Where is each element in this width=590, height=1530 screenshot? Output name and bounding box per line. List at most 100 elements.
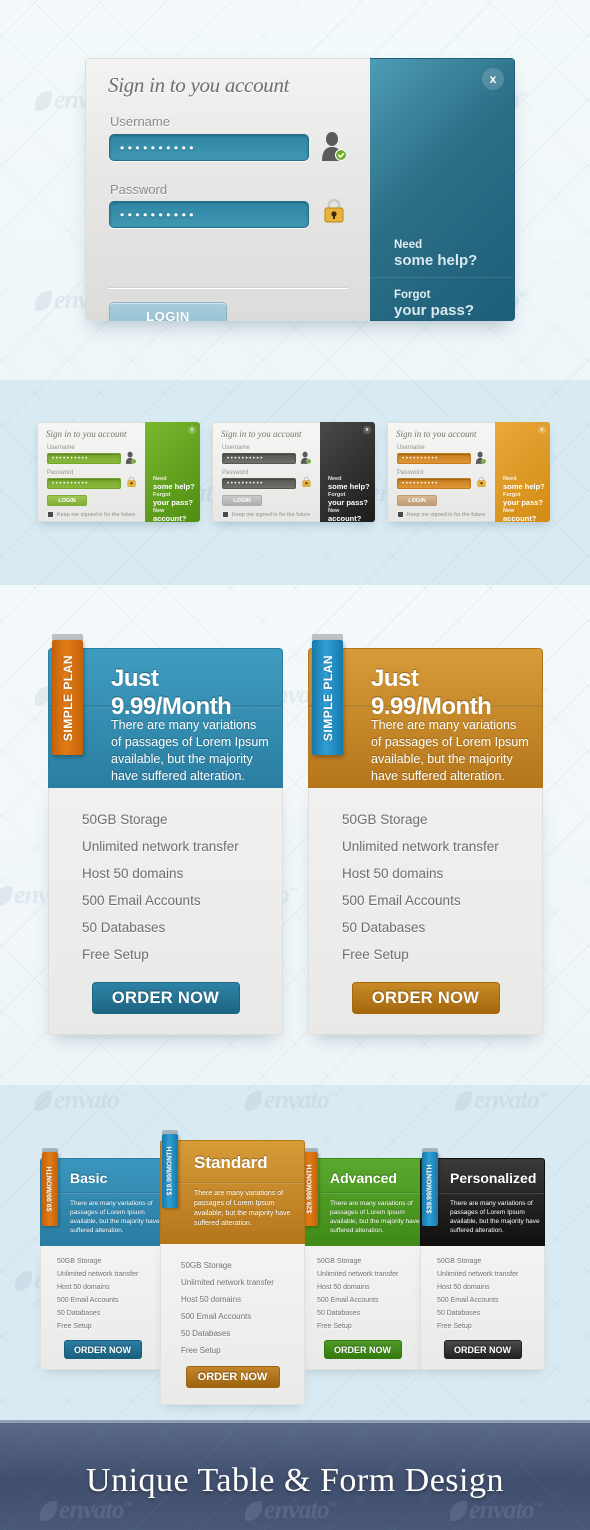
variant-password-label: Password xyxy=(222,470,249,476)
variant-password-value: •••••••••• xyxy=(227,481,265,487)
username-label: Username xyxy=(110,114,170,129)
plan-feature: Free Setup xyxy=(437,1323,472,1330)
variant-remember-label: Keep me signed in for the future xyxy=(57,511,136,518)
plan-ribbon: SIMPLE PLAN xyxy=(312,634,343,755)
order-now-button[interactable]: ORDER NOW xyxy=(351,982,500,1014)
variant-remember-row[interactable]: Keep me signed in for the future xyxy=(47,511,135,518)
login-button[interactable]: LOGIN xyxy=(109,302,227,321)
help-divider xyxy=(370,277,514,278)
order-now-button[interactable]: ORDER NOW xyxy=(91,982,240,1014)
variant-help-link-2[interactable]: Forgot your pass? xyxy=(503,492,543,507)
plan-feature: Free Setup xyxy=(57,1323,92,1330)
variant-password-value: •••••••••• xyxy=(402,481,440,487)
plan-description: There are many variations of passages of… xyxy=(70,1200,160,1234)
plan-column-body: 50GB Storage Unlimited network transfer Ho… xyxy=(420,1246,545,1370)
plan-column-header: Personalized There are many variations of… xyxy=(420,1158,545,1246)
variant-password-input[interactable]: •••••••••• xyxy=(397,478,471,489)
variant-title: Sign in to you account xyxy=(46,429,127,439)
plan-ribbon: SIMPLE PLAN xyxy=(52,634,83,755)
variant-password-input[interactable]: •••••••••• xyxy=(47,478,121,489)
variant-password-value: •••••••••• xyxy=(52,481,90,487)
pricing-card-body: 50GB Storage Unlimited network transfer Ho… xyxy=(48,788,283,1035)
plan-price: Just 9.99/Month xyxy=(371,665,492,720)
variant-username-input[interactable]: •••••••••• xyxy=(47,453,121,464)
order-now-button[interactable]: ORDER NOW xyxy=(323,1340,402,1359)
help-link-need-help[interactable]: Need some help? xyxy=(394,239,477,269)
variant-help-link-3[interactable]: New account? xyxy=(328,508,361,522)
plan-price-ribbon-label: $29.99/MONTH xyxy=(306,1164,314,1214)
variant-remember-label: Keep me signed in for the future xyxy=(407,511,486,518)
plan-column-header: Advanced There are many variations of pas… xyxy=(300,1158,425,1246)
plan-name: Basic xyxy=(70,1170,108,1186)
password-value: •••••••••• xyxy=(120,207,198,222)
login-form-variant-orange: Sign in to you account Username ••••••••••… xyxy=(387,422,550,522)
plan-feature: 50GB Storage xyxy=(342,812,428,827)
order-now-button[interactable]: ORDER NOW xyxy=(443,1340,522,1359)
variant-remember-checkbox[interactable] xyxy=(222,511,229,518)
close-icon[interactable]: x xyxy=(538,426,546,434)
plan-column-personalized: $39.99/MONTH Personalized There are many v… xyxy=(420,1148,545,1370)
plan-feature: 50 Databases xyxy=(82,920,166,935)
pricing-card-2: SIMPLE PLAN Just 9.99/Month There are many… xyxy=(308,634,543,1035)
plan-feature: Host 50 domains xyxy=(317,1284,370,1291)
login-help-panel: x Need some help? Forgot your pass? New … xyxy=(370,58,515,321)
user-avatar-icon xyxy=(300,451,311,464)
lock-icon xyxy=(127,476,136,487)
variant-help-panel: x Need some help? Forgot your pass? New accoun… xyxy=(320,422,375,522)
variant-help-link-3[interactable]: New account? xyxy=(503,508,536,522)
login-form-main: Sign in to you account Username ••••••••… xyxy=(85,58,515,321)
order-now-button[interactable]: ORDER NOW xyxy=(185,1366,280,1388)
plan-name: Standard xyxy=(194,1153,268,1172)
variant-username-input[interactable]: •••••••••• xyxy=(222,453,296,464)
variant-login-button[interactable]: LOGIN xyxy=(397,495,437,506)
header-divider xyxy=(41,1192,164,1193)
plan-feature: 500 Email Accounts xyxy=(342,893,461,908)
variant-username-input[interactable]: •••••••••• xyxy=(397,453,471,464)
variant-fields-panel: Sign in to you account Username ••••••••••… xyxy=(387,422,495,522)
header-divider xyxy=(161,1182,304,1183)
plan-price-ribbon: $39.99/MONTH xyxy=(422,1148,438,1226)
variant-help-link-2[interactable]: Forgot your pass? xyxy=(328,492,368,507)
preview-page: envato™ envato™ envato™ envato™ envato™ … xyxy=(0,0,590,1530)
username-input[interactable]: •••••••••• xyxy=(109,134,309,161)
variant-help-panel: x Need some help? Forgot your pass? New accoun… xyxy=(495,422,550,522)
plan-price-ribbon: $19.99/MONTH xyxy=(162,1130,178,1208)
variant-remember-checkbox[interactable] xyxy=(397,511,404,518)
plan-column-header: Standard There are many variations of pas… xyxy=(160,1140,305,1244)
close-icon[interactable]: x xyxy=(482,68,504,90)
variant-help-link-3[interactable]: New account? xyxy=(153,508,186,522)
close-icon[interactable]: x xyxy=(188,426,196,434)
help-link-big: some help? xyxy=(394,252,478,269)
variant-help-link-1[interactable]: Need some help? xyxy=(328,476,370,491)
variant-username-value: •••••••••• xyxy=(227,456,265,462)
plan-description: There are many variations of passages of… xyxy=(371,718,529,783)
password-input[interactable]: •••••••••• xyxy=(109,201,309,228)
variant-password-input[interactable]: •••••••••• xyxy=(222,478,296,489)
variant-title: Sign in to you account xyxy=(221,429,302,439)
variant-login-button[interactable]: LOGIN xyxy=(47,495,87,506)
plan-ribbon-label: SIMPLE PLAN xyxy=(60,654,75,741)
variant-help-link-2[interactable]: Forgot your pass? xyxy=(153,492,193,507)
plan-feature: 50 Databases xyxy=(57,1310,101,1317)
plan-description: There are many variations of passages of… xyxy=(194,1190,291,1227)
login-form-variant-green: Sign in to you account Username ••••••••••… xyxy=(37,422,200,522)
variant-remember-row[interactable]: Keep me signed in for the future xyxy=(397,511,485,518)
plan-feature: 50GB Storage xyxy=(82,812,168,827)
user-avatar-icon xyxy=(322,132,346,161)
close-icon[interactable]: x xyxy=(363,426,371,434)
pricing-card-header: Just 9.99/Month There are many variations… xyxy=(308,648,543,788)
variant-remember-checkbox[interactable] xyxy=(47,511,54,518)
variant-help-link-1[interactable]: Need some help? xyxy=(503,476,545,491)
plan-description: There are many variations of passages of… xyxy=(330,1200,420,1234)
variant-remember-row[interactable]: Keep me signed in for the future xyxy=(222,511,310,518)
variant-help-link-1[interactable]: Need some help? xyxy=(153,476,195,491)
help-link-forgot-pass[interactable]: Forgot your pass? xyxy=(394,289,474,319)
plan-feature: Unlimited network transfer xyxy=(437,1271,519,1278)
lock-icon xyxy=(324,198,344,223)
plan-price-ribbon-label: $39.99/MONTH xyxy=(426,1164,434,1214)
plan-feature: 50GB Storage xyxy=(317,1258,362,1265)
variant-login-button[interactable]: LOGIN xyxy=(222,495,262,506)
pricing-card-body: 50GB Storage Unlimited network transfer Ho… xyxy=(308,788,543,1035)
plan-feature: Unlimited network transfer xyxy=(82,839,239,854)
order-now-button[interactable]: ORDER NOW xyxy=(63,1340,142,1359)
